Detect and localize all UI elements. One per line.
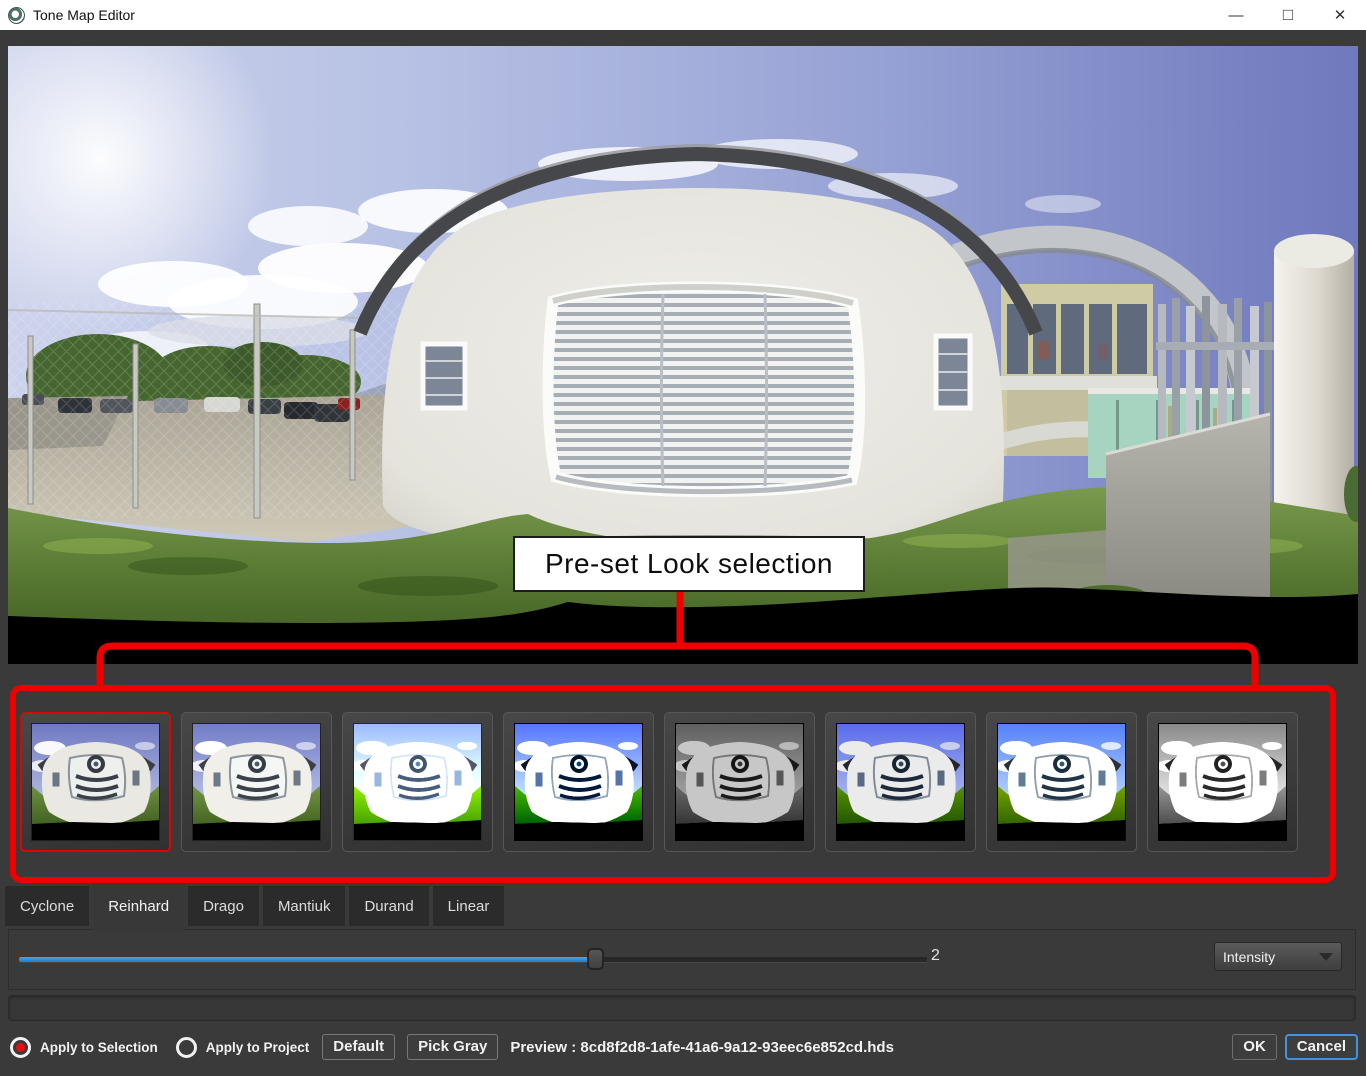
preset-look-image xyxy=(31,723,160,841)
parameter-dropdown-value: Intensity xyxy=(1223,949,1319,965)
maximize-icon[interactable]: □ xyxy=(1262,0,1314,30)
default-button[interactable]: Default xyxy=(322,1034,395,1060)
tab-mantiuk[interactable]: Mantiuk xyxy=(263,886,346,926)
ok-button[interactable]: OK xyxy=(1232,1034,1277,1060)
intensity-value: 2 xyxy=(931,947,940,965)
preset-thumbnail-5[interactable] xyxy=(664,712,815,852)
tonemap-operator-tabs: Cyclone Reinhard Drago Mantiuk Durand Li… xyxy=(5,881,504,932)
minimize-icon[interactable]: — xyxy=(1210,0,1262,30)
tab-drago[interactable]: Drago xyxy=(188,886,259,926)
window-title: Tone Map Editor xyxy=(33,7,135,23)
preset-look-image xyxy=(997,723,1126,841)
tone-map-editor-window: Tone Map Editor — □ ✕ xyxy=(0,0,1366,1076)
parameter-pane: 2 Intensity xyxy=(8,929,1356,990)
preset-look-image xyxy=(514,723,643,841)
cancel-button[interactable]: Cancel xyxy=(1285,1034,1358,1060)
preset-look-row xyxy=(20,712,1298,852)
apply-to-project-label: Apply to Project xyxy=(206,1040,310,1055)
apply-to-project-radio[interactable] xyxy=(176,1037,197,1058)
tab-linear[interactable]: Linear xyxy=(433,886,505,926)
radio-dot xyxy=(182,1043,191,1052)
parameter-dropdown[interactable]: Intensity xyxy=(1214,942,1342,971)
tab-cyclone[interactable]: Cyclone xyxy=(5,886,89,926)
preset-thumbnail-2[interactable] xyxy=(181,712,332,852)
intensity-slider-track[interactable] xyxy=(19,957,927,962)
intensity-slider-fill xyxy=(19,957,596,962)
preset-thumbnail-3[interactable] xyxy=(342,712,493,852)
footer-bar: Apply to Selection Apply to Project Defa… xyxy=(0,1026,1366,1068)
preset-thumbnail-8[interactable] xyxy=(1147,712,1298,852)
annotation-label: Pre-set Look selection xyxy=(513,536,865,592)
apply-to-selection-radio[interactable] xyxy=(10,1037,31,1058)
preset-thumbnail-4[interactable] xyxy=(503,712,654,852)
chevron-down-icon xyxy=(1319,953,1333,961)
preset-thumbnail-7[interactable] xyxy=(986,712,1137,852)
intensity-slider-handle[interactable] xyxy=(587,948,604,970)
window-controls: — □ ✕ xyxy=(1210,0,1366,30)
radio-dot xyxy=(16,1043,25,1052)
close-icon[interactable]: ✕ xyxy=(1314,0,1366,30)
tab-durand[interactable]: Durand xyxy=(349,886,428,926)
tab-reinhard[interactable]: Reinhard xyxy=(93,881,184,932)
apply-to-selection-label: Apply to Selection xyxy=(40,1040,158,1055)
app-icon xyxy=(8,7,25,24)
titlebar: Tone Map Editor — □ ✕ xyxy=(0,0,1366,30)
preset-look-image xyxy=(192,723,321,841)
progress-bar xyxy=(8,995,1356,1021)
preview-filename: Preview : 8cd8f2d8-1afe-41a6-9a12-93eec6… xyxy=(510,1039,894,1056)
preset-look-image xyxy=(675,723,804,841)
preset-thumbnail-6[interactable] xyxy=(825,712,976,852)
preset-look-image xyxy=(1158,723,1287,841)
preset-thumbnail-1[interactable] xyxy=(20,712,171,852)
pick-gray-button[interactable]: Pick Gray xyxy=(407,1034,498,1060)
preset-look-image xyxy=(353,723,482,841)
preset-look-image xyxy=(836,723,965,841)
